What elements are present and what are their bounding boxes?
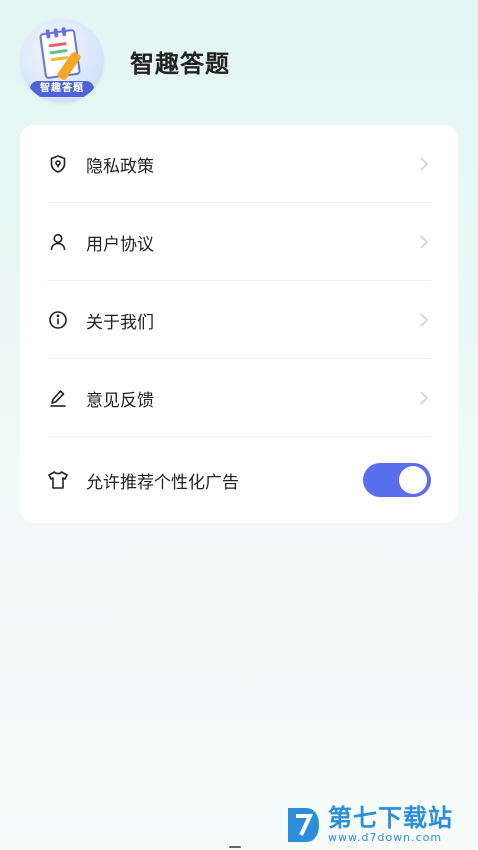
shield-icon (47, 153, 69, 175)
chevron-right-icon (417, 313, 431, 327)
watermark: 第七下载站 www.d7down.com (284, 800, 453, 850)
app-logo: 智趣答题 (20, 19, 104, 103)
watermark-name: 第七下载站 (328, 804, 453, 832)
menu-item-label: 允许推荐个性化广告 (86, 472, 239, 493)
menu-item-label: 关于我们 (86, 312, 154, 333)
divider (47, 436, 431, 437)
menu-item-personalized-ads: 允许推荐个性化广告 (47, 441, 431, 519)
info-icon (47, 309, 69, 331)
app-logo-badge: 智趣答题 (30, 81, 94, 97)
menu-item-label: 意见反馈 (86, 390, 154, 411)
app-title: 智趣答题 (130, 49, 230, 78)
settings-card: 隐私政策 用户协议 关于我们 意见反馈 允许推荐个性化广告 (20, 125, 458, 523)
menu-item-user-agreement[interactable]: 用户协议 (47, 203, 431, 281)
edit-icon (47, 387, 69, 409)
menu-item-privacy-policy[interactable]: 隐私政策 (47, 125, 431, 203)
personalized-ads-toggle[interactable] (363, 463, 431, 497)
chevron-right-icon (417, 235, 431, 249)
watermark-logo-icon (288, 808, 319, 842)
toggle-knob (399, 466, 427, 494)
profile-header: 智趣答题 智趣答题 (20, 18, 230, 104)
shirt-icon (47, 469, 69, 491)
chevron-right-icon (417, 391, 431, 405)
menu-item-about-us[interactable]: 关于我们 (47, 281, 431, 359)
menu-item-label: 用户协议 (86, 234, 154, 255)
chevron-right-icon (417, 157, 431, 171)
home-indicator (229, 846, 241, 848)
watermark-url: www.d7down.com (328, 831, 443, 844)
menu-item-feedback[interactable]: 意见反馈 (47, 359, 431, 437)
user-icon (47, 231, 69, 253)
menu-item-label: 隐私政策 (86, 156, 154, 177)
